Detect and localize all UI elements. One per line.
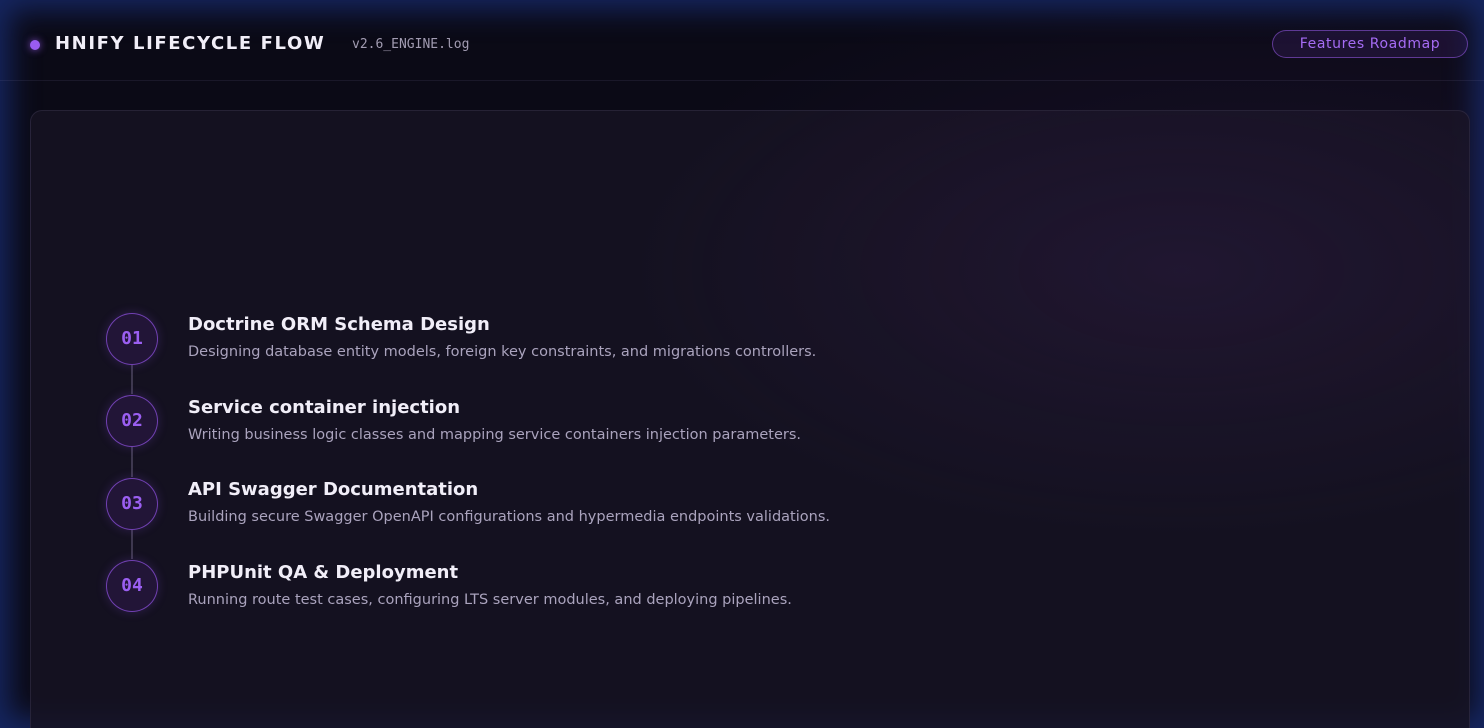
step-connector (131, 447, 133, 477)
step-number-badge: 01 (106, 313, 158, 365)
page-title: HNIFY LIFECYCLE FLOW (55, 33, 326, 54)
step-title: Doctrine ORM Schema Design (188, 314, 490, 335)
step-title: API Swagger Documentation (188, 479, 479, 500)
step-description: Building secure Swagger OpenAPI configur… (188, 509, 830, 525)
status-dot-icon (30, 40, 40, 50)
step-description: Running route test cases, configuring LT… (188, 592, 792, 608)
step-description: Designing database entity models, foreig… (188, 344, 817, 360)
step-connector (131, 530, 133, 559)
header-bar: HNIFY LIFECYCLE FLOW v2.6_ENGINE.log Fea… (0, 0, 1484, 81)
lifecycle-panel (30, 110, 1470, 728)
features-roadmap-button[interactable]: Features Roadmap (1272, 30, 1468, 58)
step-number-badge: 03 (106, 478, 158, 530)
step-title: Service container injection (188, 397, 461, 418)
app-frame: HNIFY LIFECYCLE FLOW v2.6_ENGINE.log Fea… (0, 0, 1484, 728)
step-description: Writing business logic classes and mappi… (188, 427, 801, 443)
step-number-badge: 02 (106, 395, 158, 447)
version-label: v2.6_ENGINE.log (352, 37, 470, 52)
step-number-badge: 04 (106, 560, 158, 612)
step-connector (131, 365, 133, 394)
step-title: PHPUnit QA & Deployment (188, 562, 459, 583)
